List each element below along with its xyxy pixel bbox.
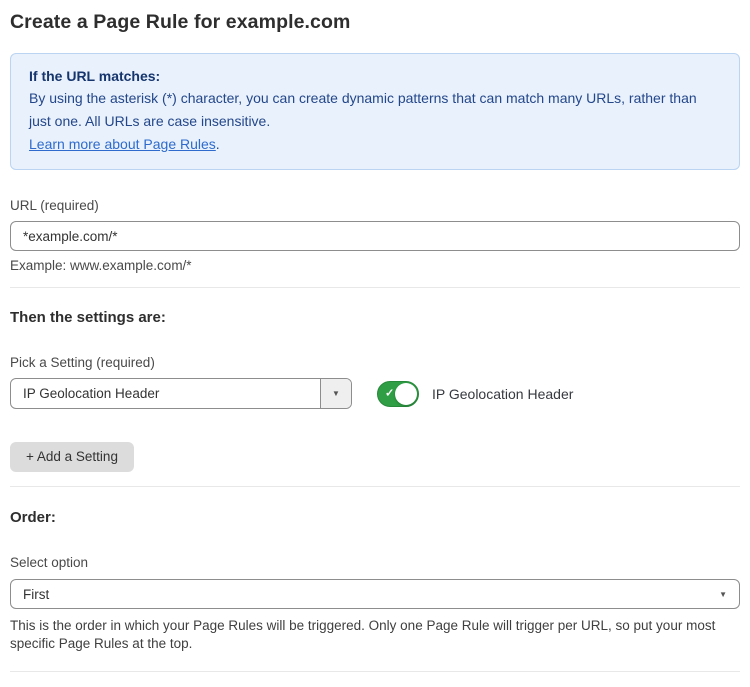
divider <box>10 287 740 288</box>
page-title: Create a Page Rule for example.com <box>10 11 740 34</box>
setting-select-value: IP Geolocation Header <box>11 379 320 408</box>
learn-more-link[interactable]: Learn more about Page Rules <box>29 136 216 152</box>
setting-select[interactable]: IP Geolocation Header ▼ <box>10 378 352 409</box>
info-box-body: By using the asterisk (*) character, you… <box>29 87 721 133</box>
url-input[interactable] <box>10 221 740 251</box>
order-section-heading: Order: <box>10 509 740 527</box>
url-field-label: URL (required) <box>10 197 740 214</box>
order-select-label: Select option <box>10 554 740 571</box>
divider <box>10 671 740 672</box>
chevron-down-icon: ▼ <box>332 389 340 398</box>
page-rule-form: Create a Page Rule for example.com If th… <box>0 11 750 687</box>
setting-select-arrow-button[interactable]: ▼ <box>320 379 351 408</box>
setting-picker-row: IP Geolocation Header ▼ ✓ IP Geolocation… <box>10 378 740 409</box>
url-example-hint: Example: www.example.com/* <box>10 257 740 274</box>
order-select[interactable]: First ▼ <box>10 579 740 609</box>
pick-setting-label: Pick a Setting (required) <box>10 354 740 371</box>
info-box-heading: If the URL matches: <box>29 65 721 87</box>
order-select-value: First <box>23 587 719 602</box>
order-help-text: This is the order in which your Page Rul… <box>10 617 736 652</box>
settings-section-heading: Then the settings are: <box>10 309 740 327</box>
toggle-label: IP Geolocation Header <box>432 386 573 402</box>
ip-geolocation-toggle[interactable]: ✓ <box>377 381 419 407</box>
check-icon: ✓ <box>385 388 394 399</box>
divider <box>10 486 740 487</box>
add-setting-button[interactable]: + Add a Setting <box>10 442 134 472</box>
chevron-down-icon: ▼ <box>719 590 727 599</box>
toggle-knob <box>395 383 417 405</box>
url-match-info-box: If the URL matches: By using the asteris… <box>10 53 740 170</box>
info-box-link-line: Learn more about Page Rules. <box>29 133 721 156</box>
link-suffix: . <box>216 136 220 152</box>
